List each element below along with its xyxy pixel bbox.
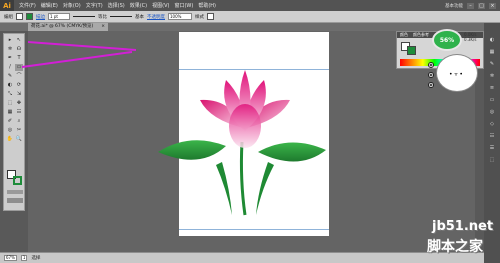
symbols-panel-icon[interactable]: ✲: [488, 73, 496, 80]
blend-tool-icon[interactable]: ⌕: [15, 118, 23, 125]
stroke-sample: [73, 16, 95, 17]
lotus-artwork[interactable]: [150, 70, 335, 230]
status-mode-text[interactable]: 选择: [31, 255, 40, 261]
symbol-sprayer-tool-icon[interactable]: ◎: [6, 127, 14, 134]
menu-object[interactable]: 对象(O): [63, 2, 81, 9]
menu-effect[interactable]: 效果(C): [130, 2, 147, 9]
menubar-right: 基本功能 – □ ×: [445, 2, 500, 9]
leaf-right: [258, 142, 326, 162]
free-transform-tool-icon[interactable]: ⬚: [6, 100, 14, 107]
watermark-text: 脚本之家: [427, 239, 483, 255]
layers-panel-icon[interactable]: ☰: [488, 145, 496, 152]
annotation-arrows: [21, 41, 137, 68]
menu-select[interactable]: 选择(S): [108, 2, 125, 9]
stem-right: [256, 162, 274, 215]
profile-label[interactable]: 等比: [98, 14, 107, 20]
style-label[interactable]: 样式: [195, 14, 204, 20]
gradient-panel-icon[interactable]: ▭: [488, 97, 496, 104]
menu-bar: Ai 文件(F) 编辑(E) 对象(O) 文字(T) 选择(S) 效果(C) 视…: [0, 0, 500, 11]
menu-help[interactable]: 帮助(H): [198, 2, 216, 9]
appearance-panel-icon[interactable]: ◇: [488, 121, 496, 128]
stroke-link[interactable]: 描边: [36, 14, 45, 20]
artboard-number-field[interactable]: 1: [20, 255, 28, 261]
brush-label[interactable]: 基本: [135, 14, 144, 20]
menu-view[interactable]: 视图(V): [152, 2, 169, 9]
flower-base: [229, 104, 261, 148]
scale-tool-icon[interactable]: ⤡: [6, 91, 14, 98]
artboards-panel-icon[interactable]: ⬚: [488, 157, 496, 164]
swatches-panel-icon[interactable]: ▦: [488, 49, 496, 56]
rotate-tool-icon[interactable]: ⟳: [15, 82, 23, 89]
stroke-panel-icon[interactable]: ≡: [488, 85, 496, 92]
scissors-tool-icon[interactable]: ✂: [15, 127, 23, 134]
width-tool-icon[interactable]: ⇲: [15, 91, 23, 98]
brushes-panel-icon[interactable]: ✎: [488, 61, 496, 68]
stroke-swatch[interactable]: [26, 13, 33, 20]
widget-button-1[interactable]: ◉: [428, 62, 434, 68]
style-swatch[interactable]: [207, 13, 214, 20]
maximize-button[interactable]: □: [478, 2, 485, 9]
document-tab-title: 荷花.ai* @ 67% (CMYK/预览): [31, 24, 94, 29]
mesh-tool-icon[interactable]: ▦: [6, 109, 14, 116]
color-panel-icon[interactable]: ◐: [488, 37, 496, 44]
menu-file[interactable]: 文件(F): [19, 2, 36, 9]
minimize-button[interactable]: –: [467, 2, 474, 9]
screen-mode-button[interactable]: [7, 198, 23, 203]
workspace-switcher[interactable]: 基本功能: [445, 3, 463, 9]
zoom-tool-icon[interactable]: 🔍: [15, 136, 23, 143]
control-bar: 编组 描边 1 pt 等比 基本 不透明度 100% 样式: [0, 11, 500, 23]
status-bar: 67% 1 选择: [0, 252, 484, 263]
opacity-field[interactable]: 100%: [168, 13, 192, 20]
hand-tool-icon[interactable]: ✋: [6, 136, 14, 143]
app-logo: Ai: [0, 0, 14, 11]
shape-builder-tool-icon[interactable]: ✥: [15, 100, 23, 107]
menu-edit[interactable]: 编辑(E): [41, 2, 58, 9]
mascot-face: • ▿ •: [449, 71, 463, 78]
stem-left: [216, 162, 232, 215]
stroke-weight-field[interactable]: 1 pt: [48, 13, 70, 20]
stem-center: [239, 141, 247, 216]
blob-brush-tool-icon[interactable]: ◐: [6, 82, 14, 89]
close-button[interactable]: ×: [489, 2, 496, 9]
selection-type-label: 编组: [4, 14, 13, 20]
fill-swatch[interactable]: [16, 13, 23, 20]
watermark-site: jb51.net: [432, 219, 494, 234]
zoom-field[interactable]: 67%: [4, 255, 17, 261]
gradient-tool-icon[interactable]: ☷: [15, 109, 23, 116]
network-usage-badge[interactable]: 56%: [432, 29, 462, 51]
stroke-color-box[interactable]: [13, 176, 22, 185]
eyedropper-tool-icon[interactable]: ✐: [6, 118, 14, 125]
graphic-styles-panel-icon[interactable]: ☷: [488, 133, 496, 140]
menu-window[interactable]: 窗口(W): [174, 2, 193, 9]
opacity-link[interactable]: 不透明度: [147, 14, 165, 20]
brush-sample: [110, 16, 132, 17]
leaf-left: [158, 140, 226, 160]
network-speed-readout: 0.0K/s 0.3K/s: [464, 32, 476, 42]
menu-type[interactable]: 文字(T): [86, 2, 103, 9]
tab-color[interactable]: 颜色: [400, 32, 408, 38]
mascot-widget[interactable]: • ▿ •: [436, 54, 478, 92]
download-speed: 0.3K/s: [464, 37, 477, 42]
widget-button-3[interactable]: ◉: [428, 82, 434, 88]
color-mode-buttons[interactable]: [7, 190, 23, 194]
widget-button-2[interactable]: ◉: [428, 72, 434, 78]
transparency-panel-icon[interactable]: ◎: [488, 109, 496, 116]
panel-stroke-swatch[interactable]: [407, 46, 416, 55]
tab-color-guide[interactable]: 颜色参考: [413, 32, 429, 38]
